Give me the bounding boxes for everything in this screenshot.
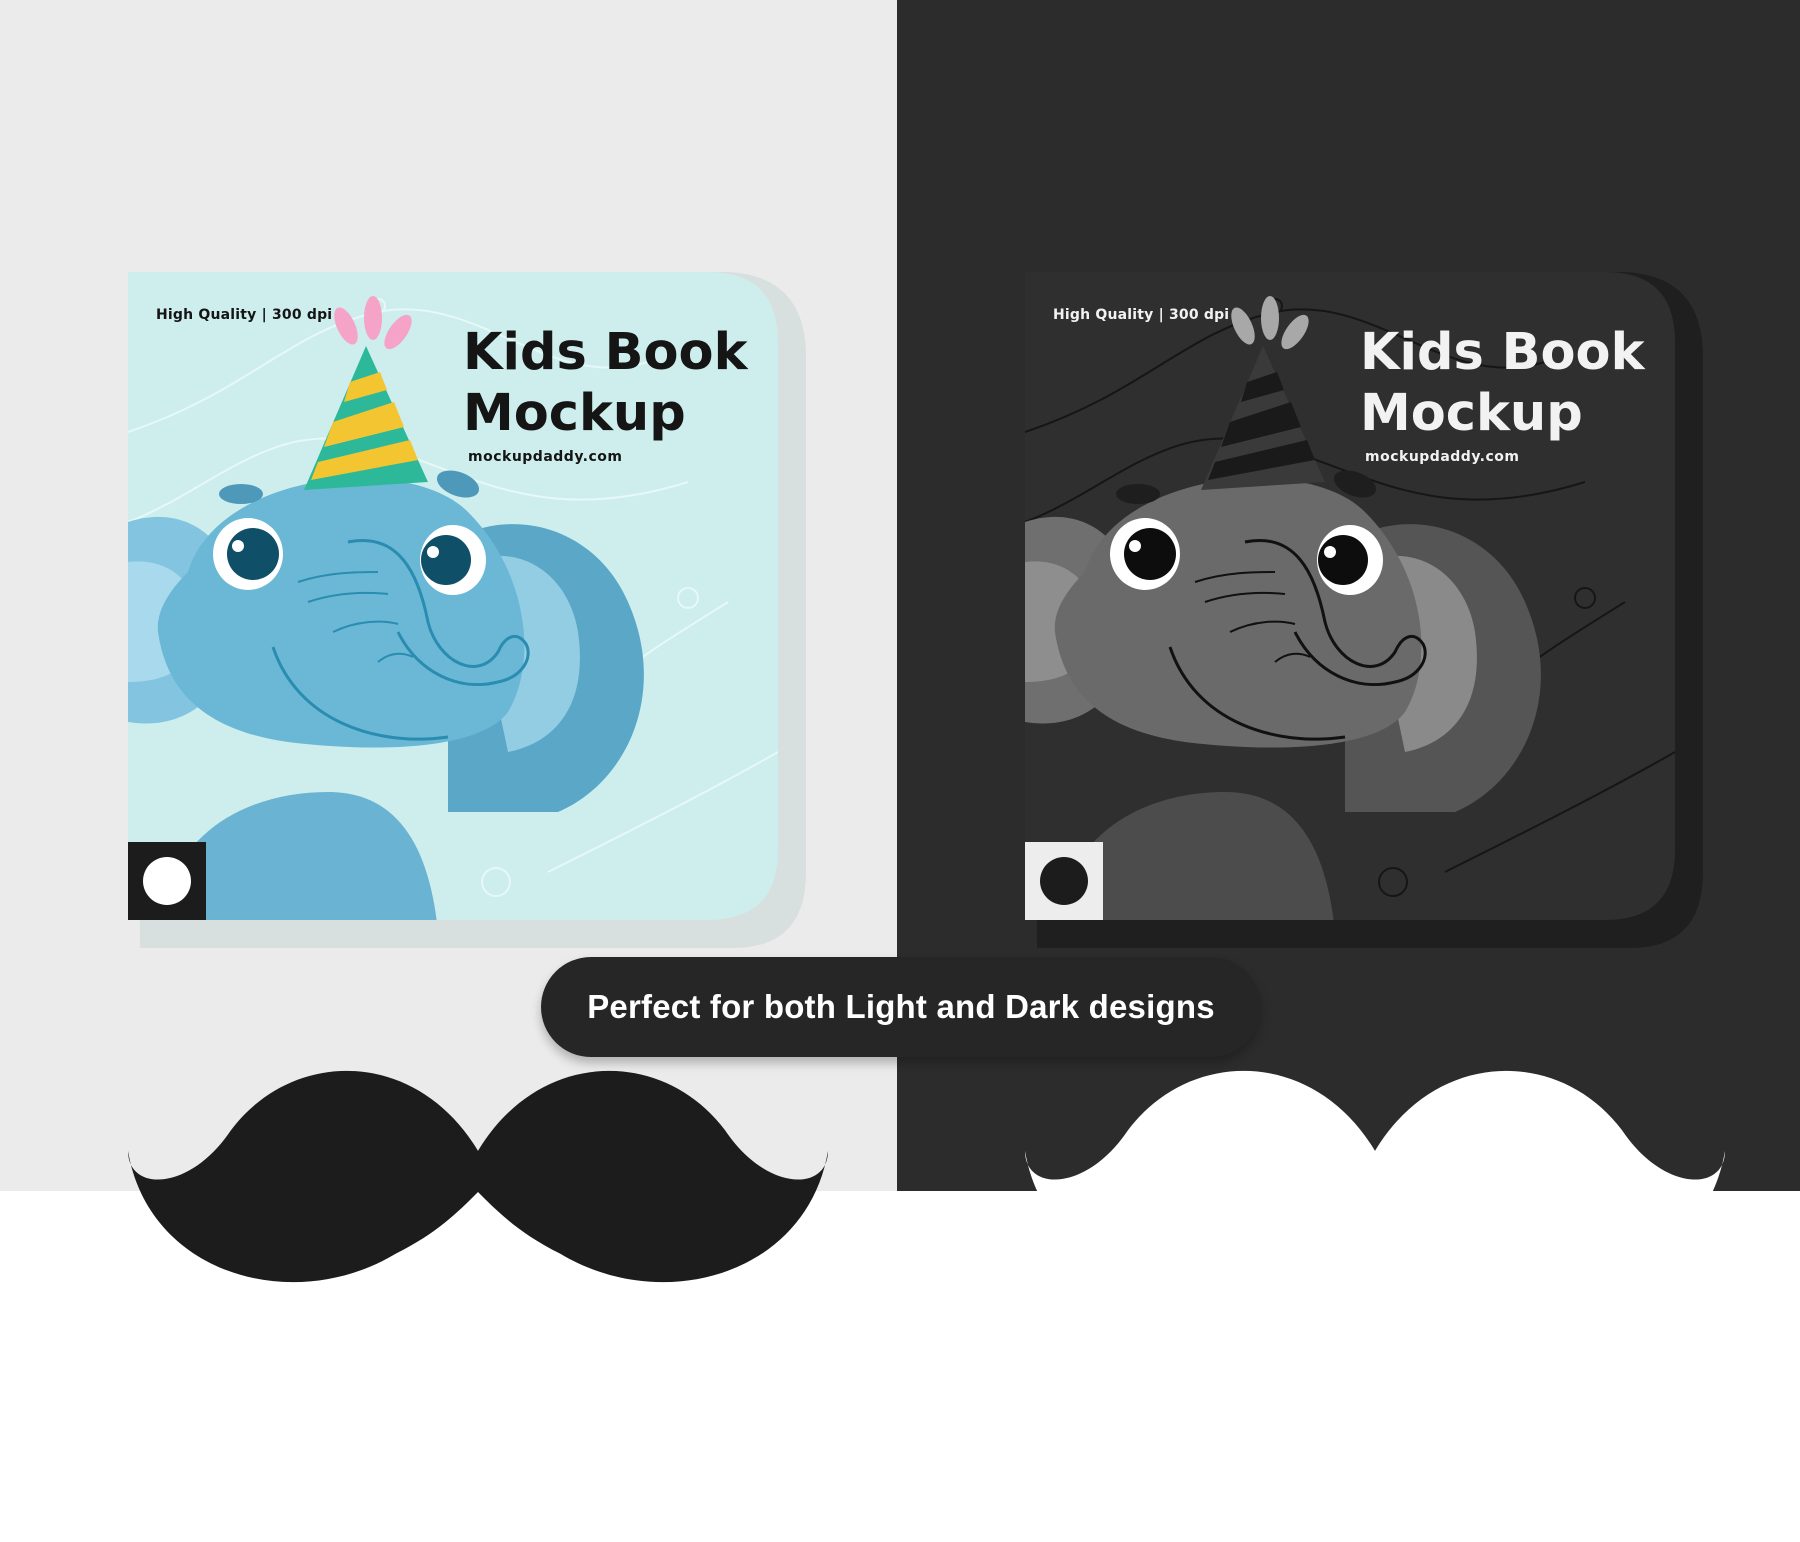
brand-logo xyxy=(128,842,828,1283)
title-line-1: Kids Book xyxy=(1360,323,1645,382)
book-title: Kids Book Mockup xyxy=(1360,322,1644,444)
quality-label: High Quality | 300 dpi xyxy=(1053,307,1230,323)
website-label: mockupdaddy.com xyxy=(1365,449,1520,465)
mustache-icon xyxy=(1025,1070,1725,1283)
brand-logo xyxy=(1025,842,1725,1283)
website-label: mockupdaddy.com xyxy=(468,449,623,465)
light-book-mockup: High Quality | 300 dpi Kids Book Mockup … xyxy=(128,272,828,1283)
caption-text: Perfect for both Light and Dark designs xyxy=(587,988,1215,1025)
caption-banner: Perfect for both Light and Dark designs xyxy=(541,957,1261,1057)
mustache-icon xyxy=(128,1070,828,1283)
title-line-2: Mockup xyxy=(1360,384,1583,443)
title-line-2: Mockup xyxy=(463,384,686,443)
dark-book-mockup: High Quality | 300 dpi Kids Book Mockup … xyxy=(1025,272,1725,1283)
quality-label: High Quality | 300 dpi xyxy=(156,307,333,323)
logo-circle xyxy=(128,857,828,1283)
logo-circle xyxy=(1025,857,1725,1283)
book-title: Kids Book Mockup xyxy=(463,322,747,444)
title-line-1: Kids Book xyxy=(463,323,748,382)
